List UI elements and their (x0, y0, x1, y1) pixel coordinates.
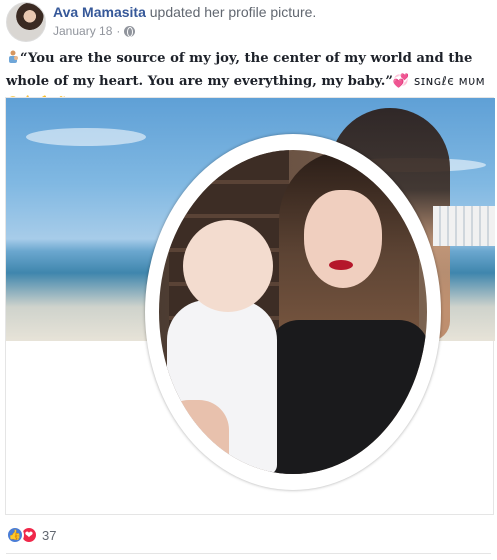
profile-portrait (159, 150, 427, 474)
post-action-text: updated her profile picture. (149, 4, 317, 20)
portrait-mother-face (304, 190, 382, 288)
reaction-summary[interactable]: 👍 ❤ 37 (6, 526, 56, 544)
profile-photo-attachment[interactable] (5, 97, 495, 515)
author-name-link[interactable]: Ava Mamasita (53, 4, 146, 20)
cloud-shape (26, 128, 146, 146)
post-meta: January 18 · (53, 24, 136, 38)
meta-separator: · (116, 24, 121, 38)
author-avatar[interactable] (6, 2, 46, 42)
portrait-mother-dress (269, 320, 427, 474)
single-mum-text: ꜱɪɴɢℓє мυм (413, 74, 486, 88)
author-line: Ava Mamasita updated her profile picture… (53, 4, 316, 20)
portrait-baby-head (183, 220, 273, 312)
action-divider (6, 553, 491, 554)
person-feeding-baby-icon (9, 50, 18, 63)
two-hearts-emoji: 💞 (392, 74, 410, 89)
post-date-link[interactable]: January 18 (53, 24, 112, 38)
globe-icon[interactable] (124, 25, 136, 37)
like-reaction-icon: 👍 (6, 526, 24, 544)
reaction-count[interactable]: 37 (42, 528, 56, 543)
portrait-mother-lips (329, 260, 353, 270)
post-header: Ava Mamasita updated her profile picture… (6, 2, 491, 42)
portrait-mother-arm (159, 400, 229, 474)
profile-picture-circle[interactable] (145, 134, 441, 490)
cover-buildings (433, 206, 495, 246)
